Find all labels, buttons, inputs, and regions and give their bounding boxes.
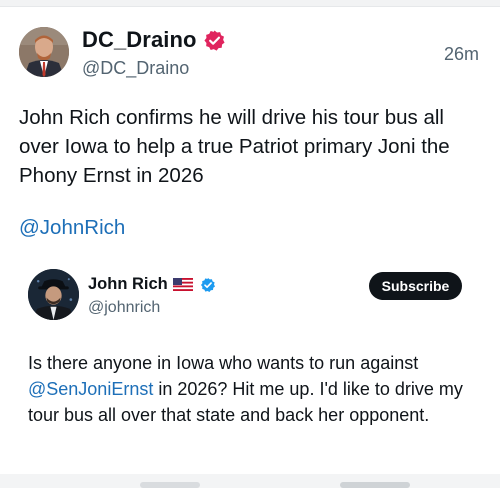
quoted-author-row: John Rich xyxy=(88,275,216,294)
author-handle[interactable]: @DC_Draino xyxy=(82,58,189,79)
author-row: DC_Draino xyxy=(82,27,226,53)
quoted-author-avatar[interactable] xyxy=(28,269,79,320)
post-text: John Rich confirms he will drive his tou… xyxy=(19,106,450,187)
subscribe-button[interactable]: Subscribe xyxy=(369,272,462,300)
us-flag-icon xyxy=(172,278,193,291)
quoted-mention-link[interactable]: @SenJoniErnst xyxy=(28,379,153,399)
quoted-author-handle[interactable]: @johnrich xyxy=(88,299,160,317)
post-mention-link[interactable]: @JohnRich xyxy=(19,216,125,240)
verified-badge-icon xyxy=(203,29,226,52)
cutoff-content-right xyxy=(340,482,410,488)
author-avatar[interactable] xyxy=(19,27,69,77)
post-time[interactable]: 26m xyxy=(444,44,479,65)
verified-check-icon xyxy=(200,277,216,293)
quoted-text-start: Is there anyone in Iowa who wants to run… xyxy=(28,353,419,373)
top-divider xyxy=(0,0,500,7)
quoted-author-name[interactable]: John Rich xyxy=(88,275,168,294)
cutoff-content-left xyxy=(140,482,200,488)
bottom-cutoff-area xyxy=(0,474,500,488)
quoted-post-text: Is there anyone in Iowa who wants to run… xyxy=(28,350,476,428)
author-name[interactable]: DC_Draino xyxy=(82,27,197,53)
